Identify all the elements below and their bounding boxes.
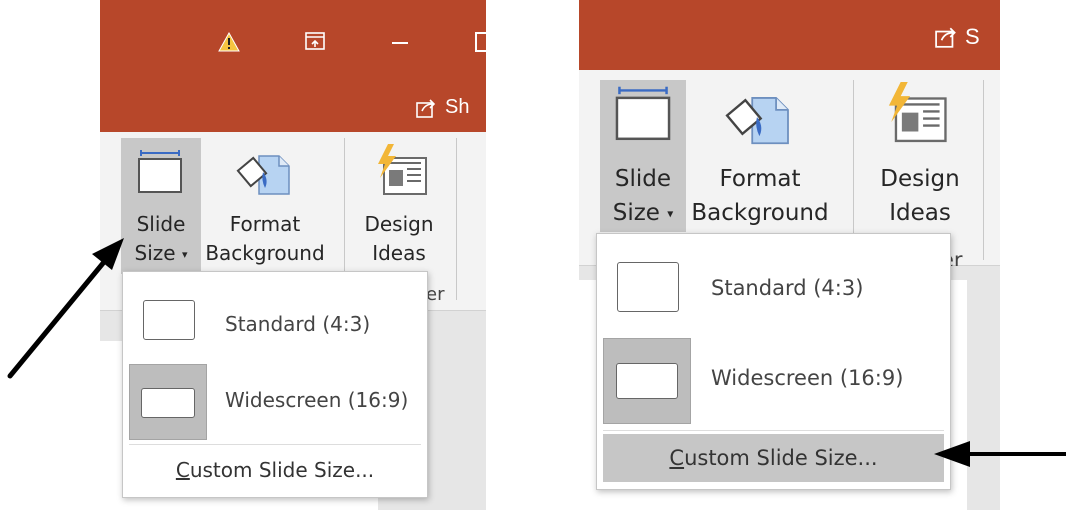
annotation-arrow-left [7, 238, 124, 379]
annotation-arrow-right [934, 441, 1066, 467]
annotation-arrows [7, 238, 1066, 467]
